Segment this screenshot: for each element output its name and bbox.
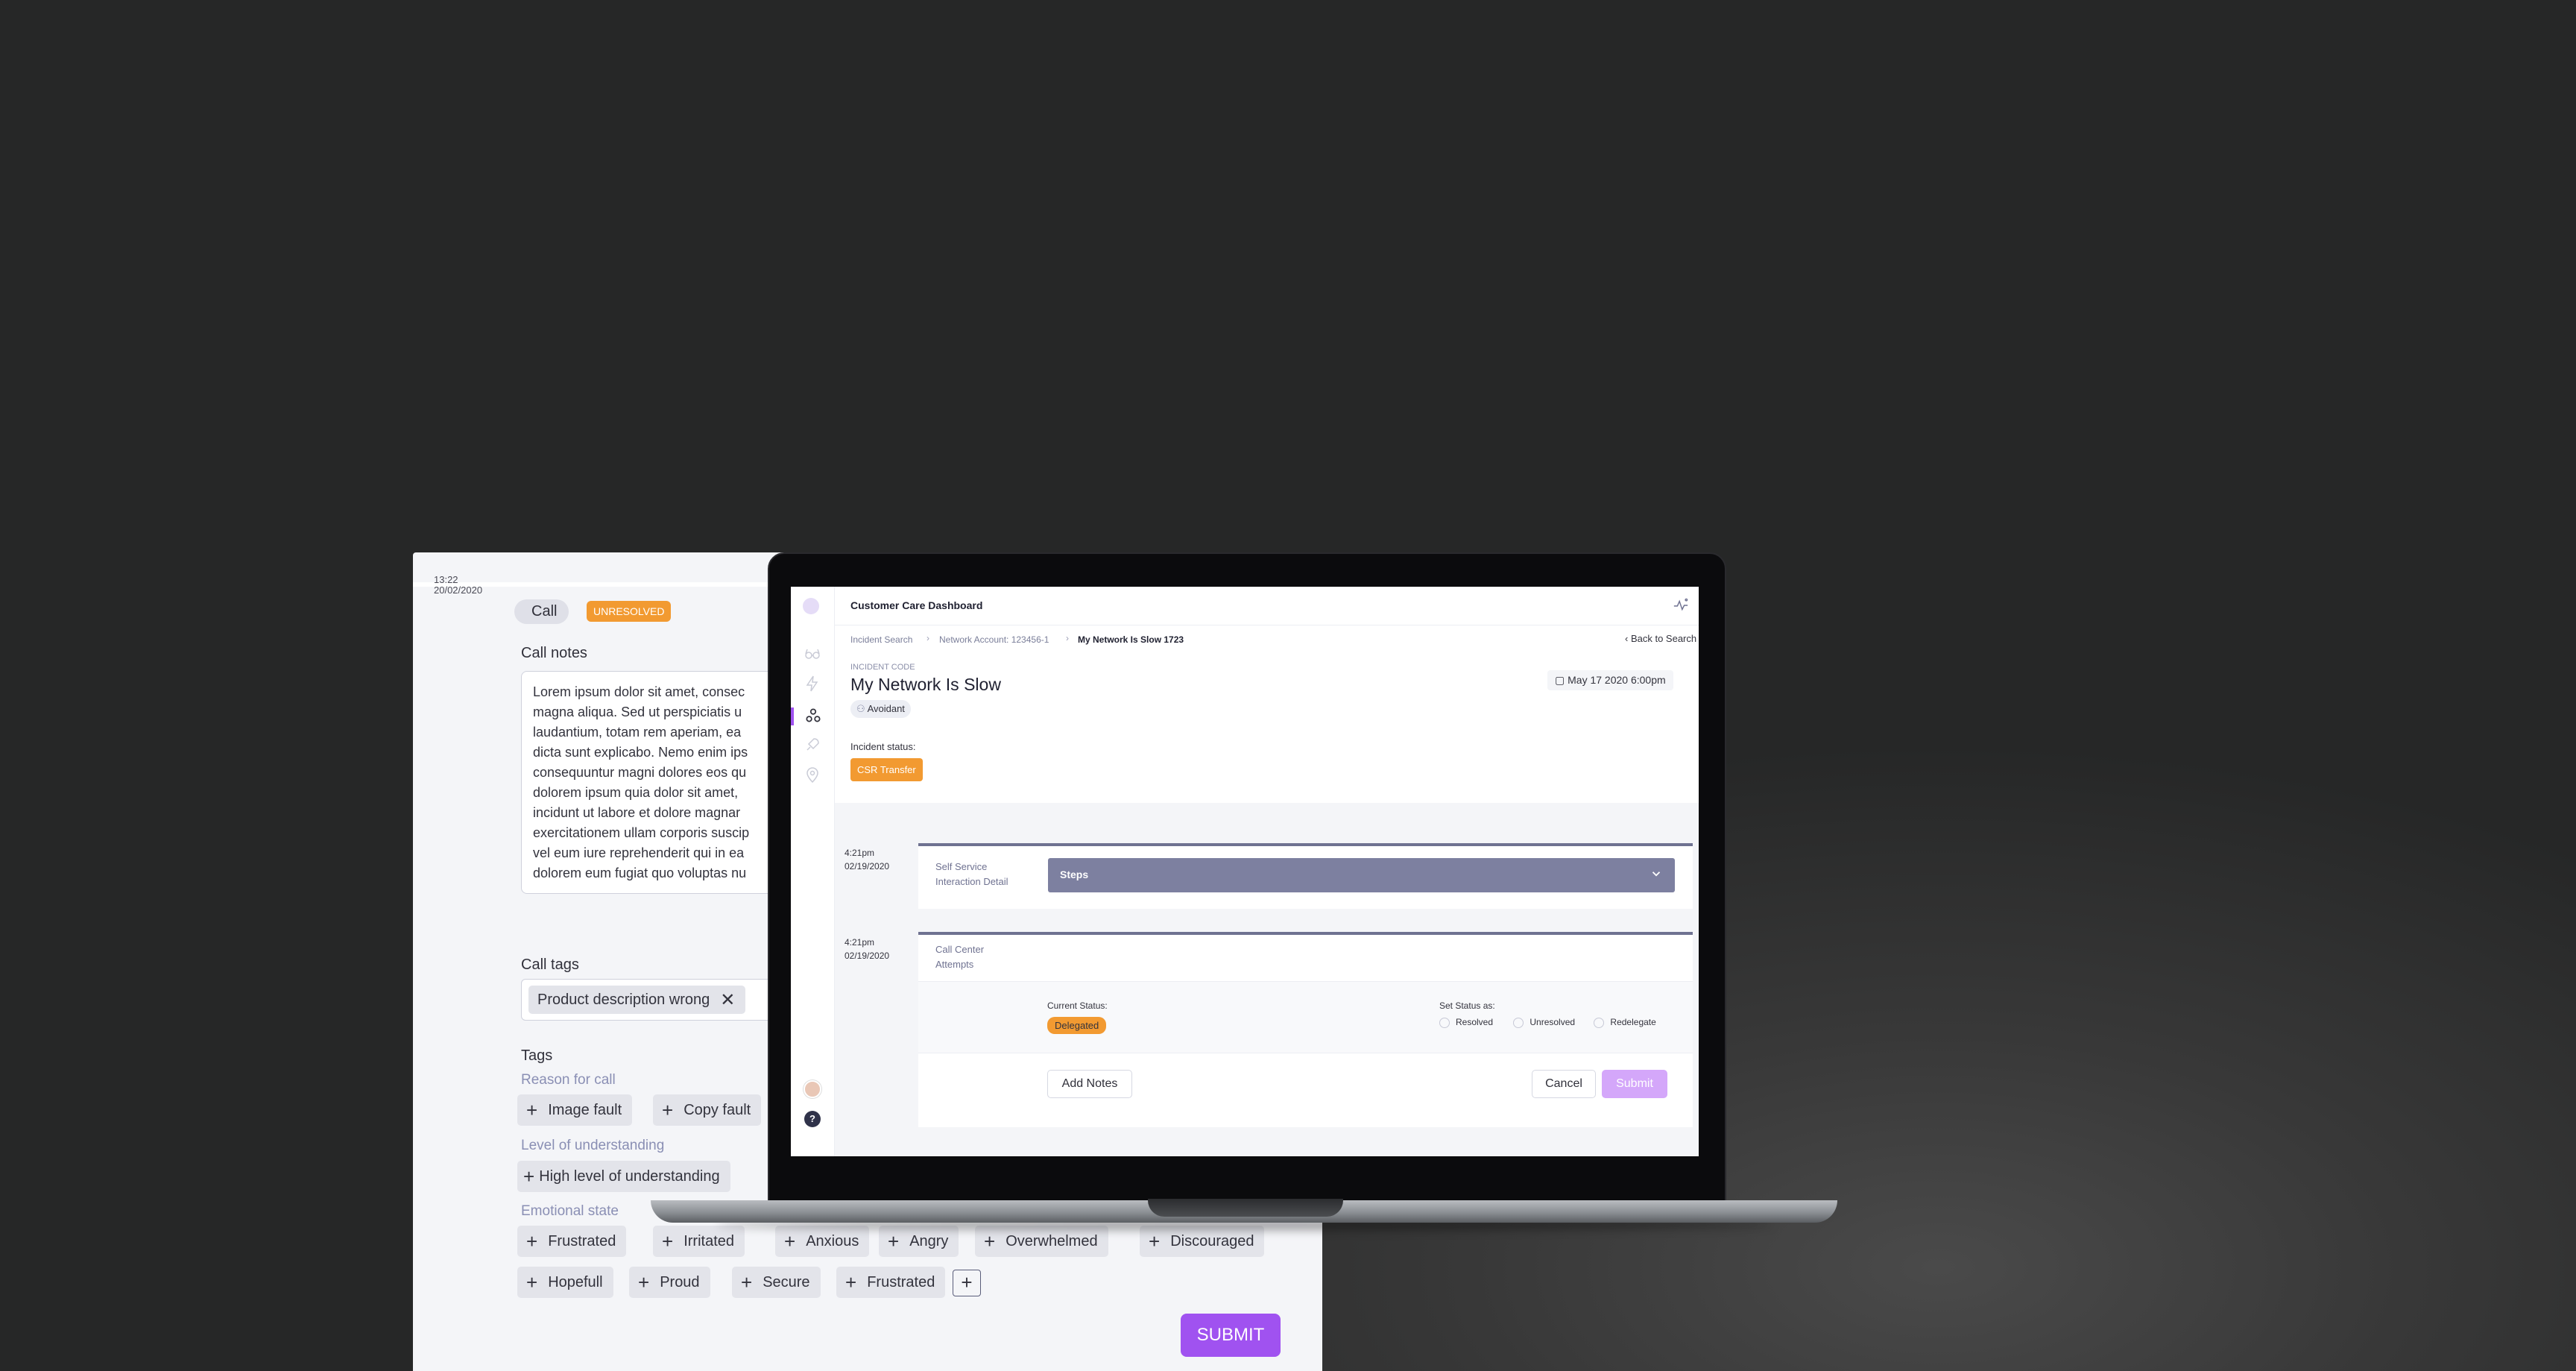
location-icon[interactable]: [804, 766, 821, 784]
avatar[interactable]: [804, 1080, 821, 1098]
status-radio-group: Resolved Unresolved Redelegate: [1439, 1017, 1656, 1028]
tag-chip-discouraged[interactable]: + Discouraged: [1140, 1226, 1265, 1257]
radio-icon: [1594, 1017, 1605, 1028]
add-tag-button[interactable]: +: [953, 1270, 981, 1296]
plus-icon: +: [662, 1099, 674, 1121]
cancel-button[interactable]: Cancel: [1532, 1070, 1596, 1098]
plus-icon: +: [523, 1165, 535, 1188]
people-icon[interactable]: [804, 706, 821, 724]
call-tags-label: Call tags: [521, 956, 579, 973]
call-type-pill: Call: [514, 599, 569, 624]
radio-icon: [1513, 1017, 1524, 1028]
calendar-icon: ▢: [1555, 674, 1568, 686]
chevron-down-icon: [1650, 867, 1663, 883]
tags-label: Tags: [521, 1047, 553, 1064]
radio-unresolved[interactable]: Unresolved: [1513, 1017, 1575, 1028]
tag-chip-high-understanding[interactable]: + High level of understanding: [517, 1161, 730, 1192]
status-badge: UNRESOLVED: [587, 601, 672, 622]
set-status-label: Set Status as:: [1439, 1000, 1495, 1011]
call-center-card: Call Center Attempts Current Status: Del…: [918, 932, 1693, 1127]
breadcrumb-current: My Network Is Slow 1723: [1078, 634, 1184, 645]
tag-chip-secure[interactable]: + Secure: [732, 1267, 821, 1298]
timeline-stamp-1: 4:21pm 02/19/2020: [845, 848, 890, 872]
understanding-label: Level of understanding: [521, 1138, 665, 1153]
timeline-area: 4:21pm 02/19/2020 Self Service Interacti…: [835, 803, 1699, 1156]
emotional-label: Emotional state: [521, 1203, 619, 1219]
tag-chip-anxious[interactable]: + Anxious: [775, 1226, 870, 1257]
call-date: 20/02/2020: [434, 584, 483, 596]
plus-icon: +: [888, 1230, 900, 1252]
persona-tag: ⚇ Avoidant: [850, 700, 911, 718]
help-icon[interactable]: ?: [804, 1111, 821, 1127]
tag-chip-angry[interactable]: + Angry: [879, 1226, 959, 1257]
tag-chip-proud[interactable]: + Proud: [629, 1267, 710, 1298]
chevron-right-icon: ›: [926, 633, 929, 643]
dashboard-header: Customer Care Dashboard: [835, 587, 1699, 625]
tag-chip-irritated[interactable]: + Irritated: [653, 1226, 745, 1257]
plus-icon: +: [526, 1099, 538, 1121]
plus-icon: +: [1149, 1230, 1161, 1252]
tag-chip-hopefull[interactable]: + Hopefull: [517, 1267, 613, 1298]
timeline-stamp-2: 4:21pm 02/19/2020: [845, 937, 890, 961]
user-icon: ⚇: [856, 703, 868, 714]
tag-chip-frustrated[interactable]: + Frustrated: [517, 1226, 627, 1257]
plus-icon: +: [526, 1230, 538, 1252]
submit-button[interactable]: Submit: [1602, 1070, 1667, 1098]
sidebar: ?: [791, 587, 835, 1156]
plus-icon: +: [638, 1271, 650, 1293]
tag-chip-image-fault[interactable]: + Image fault: [517, 1094, 633, 1126]
current-status-badge: Delegated: [1047, 1017, 1107, 1034]
radio-redelegate[interactable]: Redelegate: [1594, 1017, 1656, 1028]
lightning-icon[interactable]: [804, 675, 821, 693]
current-status-label: Current Status:: [1047, 1000, 1108, 1011]
back-to-search-link[interactable]: ‹ Back to Search: [1625, 633, 1696, 644]
tag-chip-frustrated-2[interactable]: + Frustrated: [836, 1267, 946, 1298]
call-tag-chip: Product description wrong ✕: [528, 986, 746, 1014]
incident-status-badge: CSR Transfer: [850, 758, 923, 781]
call-center-title: Call Center Attempts: [935, 944, 985, 970]
call-notes-label: Call notes: [521, 645, 587, 661]
incident-status-label: Incident status:: [850, 741, 916, 752]
active-indicator: [791, 707, 794, 725]
breadcrumb: Incident Search › Network Account: 12345…: [835, 625, 1699, 654]
call-timestamp: 13:22 20/02/2020: [434, 575, 482, 596]
tag-chip-copy-fault[interactable]: + Copy fault: [653, 1094, 762, 1126]
close-icon[interactable]: ✕: [720, 989, 735, 1011]
plus-icon: +: [662, 1230, 674, 1252]
radio-resolved[interactable]: Resolved: [1439, 1017, 1493, 1028]
call-tag-text: Product description wrong: [537, 991, 710, 1008]
plus-icon: +: [845, 1271, 857, 1293]
app-title: Customer Care Dashboard: [850, 599, 983, 611]
breadcrumb-incident-search[interactable]: Incident Search: [850, 634, 912, 645]
logo: [803, 598, 819, 614]
call-time: 13:22: [434, 574, 458, 585]
tag-chip-overwhelmed[interactable]: + Overwhelmed: [975, 1226, 1108, 1257]
plus-icon: +: [526, 1271, 538, 1293]
plus-icon: +: [784, 1230, 796, 1252]
incident-date: ▢ May 17 2020 6:00pm: [1547, 670, 1673, 690]
plus-icon: +: [741, 1271, 753, 1293]
self-service-title: Self Service Interaction Detail: [935, 861, 1008, 887]
activity-icon[interactable]: [1673, 597, 1689, 617]
breadcrumb-network-account[interactable]: Network Account: 123456-1: [939, 634, 1049, 645]
steps-dropdown[interactable]: Steps: [1048, 858, 1675, 892]
radio-icon: [1439, 1017, 1450, 1028]
incident-code-label: INCIDENT CODE: [850, 663, 915, 672]
plus-icon: +: [984, 1230, 996, 1252]
submit-button[interactable]: SUBMIT: [1181, 1314, 1281, 1357]
rocket-icon[interactable]: [804, 736, 821, 754]
self-service-card: Self Service Interaction Detail Steps: [918, 843, 1693, 909]
glasses-icon[interactable]: [804, 645, 821, 663]
chevron-left-icon: ‹: [1625, 633, 1631, 644]
laptop-notch: [1148, 1199, 1343, 1217]
dashboard-screen: ? Customer Care Dashboard Incident Searc…: [791, 587, 1699, 1156]
chevron-right-icon: ›: [1066, 633, 1069, 643]
reason-label: Reason for call: [521, 1072, 616, 1088]
incident-title: My Network Is Slow: [850, 675, 1001, 694]
add-notes-button[interactable]: Add Notes: [1047, 1070, 1132, 1098]
incident-summary: INCIDENT CODE My Network Is Slow ⚇ Avoid…: [835, 654, 1699, 803]
